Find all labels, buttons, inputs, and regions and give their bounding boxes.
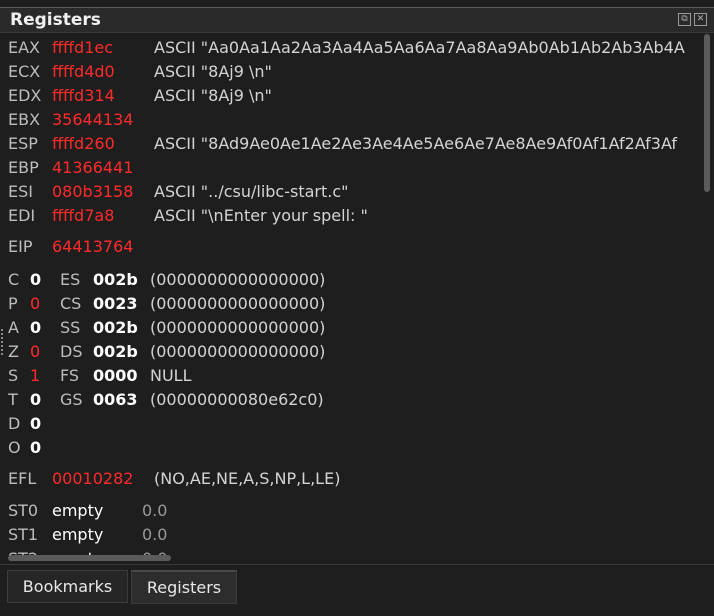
register-name: EFL [8, 469, 37, 488]
register-value[interactable]: ffffd1ec [52, 37, 113, 59]
register-name: ESI [8, 182, 33, 201]
register-name: EAX [8, 38, 41, 57]
register-name: EIP [8, 237, 33, 256]
segment-value[interactable]: 002b [93, 317, 138, 339]
register-comment: ASCII "Aa0Aa1Aa2Aa3Aa4Aa5Aa6Aa7Aa8Aa9Ab0… [154, 38, 685, 57]
flag-name: T [8, 390, 18, 409]
register-value[interactable]: 080b3158 [52, 181, 133, 203]
register-value[interactable]: 35644134 [52, 109, 133, 131]
register-value[interactable]: 00010282 [52, 468, 133, 490]
register-name: ECX [8, 62, 41, 81]
panel-titlebar: Registers ⧉ ✕ [0, 8, 714, 33]
flag-value[interactable]: 0 [30, 269, 41, 291]
register-comment: (NO,AE,NE,A,S,NP,L,LE) [154, 469, 341, 488]
segment-comment: NULL [150, 366, 192, 385]
segment-name: SS [60, 318, 81, 337]
segment-comment: (0000000000000000) [150, 294, 326, 313]
flag-row[interactable]: Z 0 DS 002b (0000000000000000) [0, 341, 704, 363]
register-value[interactable]: ffffd260 [52, 133, 115, 155]
flag-row[interactable]: A 0 SS 002b (0000000000000000) [0, 317, 704, 339]
segment-name: FS [60, 366, 80, 385]
register-name: EBX [8, 110, 41, 129]
fpu-row-st1[interactable]: ST1 empty 0.0 [0, 524, 704, 546]
segment-name: CS [60, 294, 82, 313]
fpu-name: ST0 [8, 501, 39, 520]
flag-row[interactable]: T 0 GS 0063 (00000000080e62c0) [0, 389, 704, 411]
segment-comment: (0000000000000000) [150, 342, 326, 361]
flag-row[interactable]: C 0 ES 002b (0000000000000000) [0, 269, 704, 291]
register-name: ESP [8, 134, 38, 153]
register-comment: ASCII "8Aj9 \n" [154, 86, 272, 105]
fpu-row-st0[interactable]: ST0 empty 0.0 [0, 500, 704, 522]
flag-value[interactable]: 0 [30, 341, 40, 363]
flag-name: C [8, 270, 20, 289]
register-row-ebx[interactable]: EBX 35644134 [0, 109, 704, 131]
fpu-value[interactable]: empty [52, 500, 103, 522]
flag-value[interactable]: 0 [30, 437, 41, 459]
register-row-eax[interactable]: EAX ffffd1ec ASCII "Aa0Aa1Aa2Aa3Aa4Aa5Aa… [0, 37, 704, 59]
segment-name: ES [60, 270, 81, 289]
register-comment: ASCII "../csu/libc-start.c" [154, 182, 349, 201]
register-value[interactable]: 64413764 [52, 236, 133, 258]
fpu-number: 0.0 [142, 525, 168, 544]
bottom-tab-bar: Bookmarks Registers [0, 564, 714, 616]
flag-value[interactable]: 0 [30, 293, 40, 315]
flag-name: A [8, 318, 19, 337]
flag-name: O [8, 438, 21, 457]
flag-value[interactable]: 0 [30, 389, 41, 411]
segment-value[interactable]: 0000 [93, 365, 138, 387]
register-row-ecx[interactable]: ECX ffffd4d0 ASCII "8Aj9 \n" [0, 61, 704, 83]
segment-value[interactable]: 0063 [93, 389, 138, 411]
segment-value[interactable]: 0023 [93, 293, 138, 315]
register-row-edi[interactable]: EDI ffffd7a8 ASCII "\nEnter your spell: … [0, 205, 704, 227]
register-value[interactable]: ffffd4d0 [52, 61, 115, 83]
register-comment: ASCII "8Ad9Ae0Ae1Ae2Ae3Ae4Ae5Ae6Ae7Ae8Ae… [154, 134, 677, 153]
segment-value[interactable]: 002b [93, 269, 138, 291]
segment-comment: (0000000000000000) [150, 318, 326, 337]
register-value[interactable]: ffffd7a8 [52, 205, 114, 227]
flag-row[interactable]: O 0 [0, 437, 704, 459]
register-comment: ASCII "\nEnter your spell: " [154, 206, 368, 225]
segment-name: DS [60, 342, 83, 361]
horizontal-scrollbar-thumb[interactable] [8, 555, 171, 561]
register-name: EBP [8, 158, 39, 177]
register-row-edx[interactable]: EDX ffffd314 ASCII "8Aj9 \n" [0, 85, 704, 107]
flag-name: Z [8, 342, 19, 361]
segment-comment: (00000000080e62c0) [150, 390, 324, 409]
register-value[interactable]: ffffd314 [52, 85, 115, 107]
register-name: EDI [8, 206, 36, 225]
register-row-efl[interactable]: EFL 00010282 (NO,AE,NE,A,S,NP,L,LE) [0, 468, 704, 490]
flag-value[interactable]: 1 [30, 365, 40, 387]
register-row-esi[interactable]: ESI 080b3158 ASCII "../csu/libc-start.c" [0, 181, 704, 203]
fpu-value[interactable]: empty [52, 524, 103, 546]
segment-value[interactable]: 002b [93, 341, 138, 363]
restore-icon[interactable]: ⧉ [678, 13, 691, 26]
panel-title: Registers [10, 10, 101, 30]
register-row-eip[interactable]: EIP 64413764 [0, 236, 704, 258]
register-value[interactable]: 41366441 [52, 157, 133, 179]
fpu-number: 0.0 [142, 501, 168, 520]
register-row-ebp[interactable]: EBP 41366441 [0, 157, 704, 179]
flag-value[interactable]: 0 [30, 413, 41, 435]
registers-panel: EAX ffffd1ec ASCII "Aa0Aa1Aa2Aa3Aa4Aa5Aa… [0, 33, 704, 558]
tab-registers[interactable]: Registers [131, 570, 237, 604]
flag-name: S [8, 366, 19, 385]
flag-row[interactable]: S 1 FS 0000 NULL [0, 365, 704, 387]
close-icon[interactable]: ✕ [694, 13, 707, 26]
fpu-name: ST1 [8, 525, 39, 544]
register-comment: ASCII "8Aj9 \n" [154, 62, 272, 81]
flag-name: D [8, 414, 21, 433]
tab-bookmarks[interactable]: Bookmarks [7, 570, 128, 603]
vertical-scrollbar-thumb[interactable] [704, 34, 710, 192]
register-name: EDX [8, 86, 42, 105]
flag-row[interactable]: P 0 CS 0023 (0000000000000000) [0, 293, 704, 315]
flag-value[interactable]: 0 [30, 317, 41, 339]
flag-name: P [8, 294, 18, 313]
segment-name: GS [60, 390, 83, 409]
segment-comment: (0000000000000000) [150, 270, 326, 289]
flag-row[interactable]: D 0 [0, 413, 704, 435]
register-row-esp[interactable]: ESP ffffd260 ASCII "8Ad9Ae0Ae1Ae2Ae3Ae4A… [0, 133, 704, 155]
